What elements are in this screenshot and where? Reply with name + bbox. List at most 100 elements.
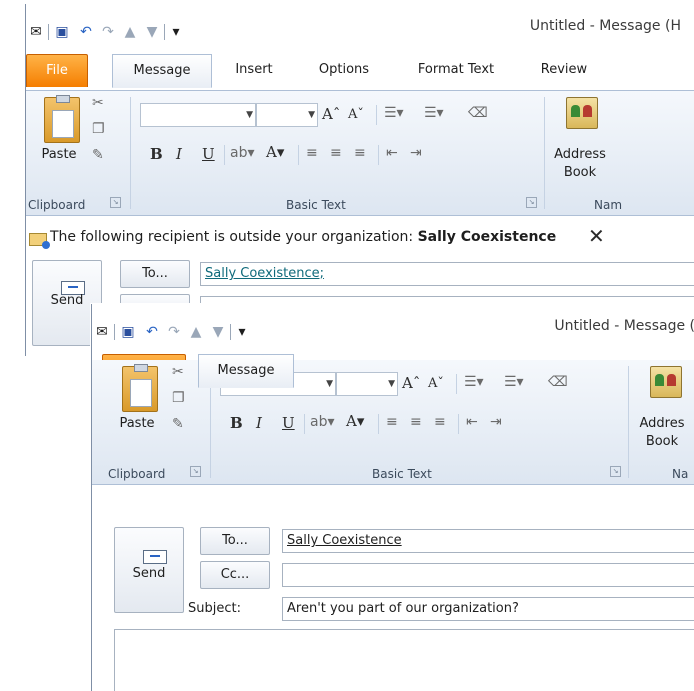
to-button[interactable]: To... (120, 260, 190, 288)
font-size-combo[interactable]: ▼ (336, 372, 398, 396)
paste-icon[interactable] (122, 364, 158, 412)
align-right-icon[interactable]: ≡ (354, 145, 366, 161)
save-icon[interactable]: ▣ (54, 24, 70, 40)
down-icon[interactable]: ▼ (144, 24, 160, 40)
font-color-icon[interactable]: A▾ (346, 412, 364, 430)
align-center-icon[interactable]: ≡ (410, 414, 422, 430)
tab-options[interactable]: Options (308, 54, 380, 86)
ribbon: Paste ✂ ❐ ✎ Clipboard ↘ ▼ ▼ Aˆ Aˇ ☰▾ ☰▾ … (92, 360, 694, 485)
up-icon[interactable]: ▲ (188, 324, 204, 340)
outlook-icon[interactable]: ✉ (94, 324, 110, 340)
paste-icon[interactable] (44, 95, 80, 143)
send-label: Send (132, 566, 166, 581)
cc-field[interactable] (282, 563, 694, 587)
to-recipient[interactable]: Sally Coexistence; (205, 266, 324, 281)
redo-icon[interactable]: ↷ (100, 24, 116, 40)
bullets-icon[interactable]: ☰▾ (464, 374, 484, 390)
message-body[interactable] (114, 629, 694, 691)
highlight-icon[interactable]: ab▾ (310, 414, 335, 430)
italic-icon[interactable]: I (256, 414, 262, 432)
infobar-message: The following recipient is outside your … (50, 229, 556, 245)
shrink-font-icon[interactable]: Aˇ (348, 107, 364, 122)
format-painter-icon[interactable]: ✎ (172, 416, 184, 432)
ribbon-tabs: File Message Insert Options Format Text … (26, 46, 694, 91)
tab-format-text[interactable]: Format Text (406, 54, 506, 86)
increase-indent-icon[interactable]: ⇥ (490, 414, 502, 430)
align-center-icon[interactable]: ≡ (330, 145, 342, 161)
decrease-indent-icon[interactable]: ⇤ (466, 414, 478, 430)
address-book-label-line2[interactable]: Book (552, 165, 608, 181)
decrease-indent-icon[interactable]: ⇤ (386, 145, 398, 161)
to-recipient[interactable]: Sally Coexistence (287, 533, 402, 548)
customize-icon[interactable]: ▾ (168, 24, 184, 40)
bullets-icon[interactable]: ☰▾ (384, 105, 404, 121)
bold-icon[interactable]: B (150, 145, 163, 163)
clear-formatting-icon[interactable]: ⌫ (468, 105, 488, 121)
font-name-combo[interactable]: ▼ (140, 103, 256, 127)
numbering-icon[interactable]: ☰▾ (504, 374, 524, 390)
address-book-label-line1[interactable]: Address (552, 147, 608, 163)
cc-button[interactable]: Cc... (200, 561, 270, 589)
redo-icon[interactable]: ↷ (166, 324, 182, 340)
align-left-icon[interactable]: ≡ (386, 414, 398, 430)
down-icon[interactable]: ▼ (210, 324, 226, 340)
highlight-icon[interactable]: ab▾ (230, 145, 255, 161)
chevron-down-icon: ▼ (308, 110, 315, 120)
underline-icon[interactable]: U (282, 414, 295, 432)
basic-text-launcher-icon[interactable]: ↘ (610, 466, 621, 477)
address-book-label-line2[interactable]: Book (634, 434, 690, 450)
grow-font-icon[interactable]: Aˆ (322, 105, 340, 123)
tab-message[interactable]: Message (112, 54, 212, 88)
cut-icon[interactable]: ✂ (92, 95, 104, 111)
button-separator (456, 374, 457, 394)
chevron-down-icon: ▼ (326, 379, 333, 389)
button-separator (458, 414, 459, 434)
paste-label[interactable]: Paste (114, 416, 160, 432)
customize-icon[interactable]: ▾ (234, 324, 250, 340)
copy-icon[interactable]: ❐ (92, 121, 105, 137)
font-color-icon[interactable]: A▾ (266, 143, 284, 161)
shrink-font-icon[interactable]: Aˇ (428, 376, 444, 391)
paste-label[interactable]: Paste (36, 147, 82, 163)
address-book-label-line1[interactable]: Addres (634, 416, 690, 432)
italic-icon[interactable]: I (176, 145, 182, 163)
close-icon[interactable]: ✕ (588, 224, 605, 248)
underline-icon[interactable]: U (202, 145, 215, 163)
group-separator (130, 97, 131, 209)
undo-icon[interactable]: ↶ (144, 324, 160, 340)
cut-icon[interactable]: ✂ (172, 364, 184, 380)
to-field[interactable]: Sally Coexistence (282, 529, 694, 553)
tab-insert[interactable]: Insert (222, 54, 286, 86)
tab-file[interactable]: File (26, 54, 88, 87)
to-field[interactable]: Sally Coexistence; (200, 262, 694, 286)
to-button[interactable]: To... (200, 527, 270, 555)
align-left-icon[interactable]: ≡ (306, 145, 318, 161)
save-icon[interactable]: ▣ (120, 324, 136, 340)
infobar-recipient: Sally Coexistence (417, 229, 557, 245)
window-title: Untitled - Message (H (529, 18, 681, 34)
send-button[interactable]: Send (114, 527, 184, 613)
numbering-icon[interactable]: ☰▾ (424, 105, 444, 121)
basic-text-launcher-icon[interactable]: ↘ (526, 197, 537, 208)
tab-message[interactable]: Message (198, 354, 294, 388)
clipboard-launcher-icon[interactable]: ↘ (110, 197, 121, 208)
address-book-icon[interactable] (650, 366, 682, 398)
copy-icon[interactable]: ❐ (172, 390, 185, 406)
clear-formatting-icon[interactable]: ⌫ (548, 374, 568, 390)
address-book-icon[interactable] (566, 97, 598, 129)
align-right-icon[interactable]: ≡ (434, 414, 446, 430)
bold-icon[interactable]: B (230, 414, 243, 432)
outlook-icon[interactable]: ✉ (28, 24, 44, 40)
grow-font-icon[interactable]: Aˆ (402, 374, 420, 392)
increase-indent-icon[interactable]: ⇥ (410, 145, 422, 161)
tab-review[interactable]: Review (532, 54, 596, 86)
up-icon[interactable]: ▲ (122, 24, 138, 40)
format-painter-icon[interactable]: ✎ (92, 147, 104, 163)
group-label-clipboard: Clipboard (28, 198, 86, 212)
subject-field[interactable]: Aren't you part of our organization? (282, 597, 694, 621)
clipboard-launcher-icon[interactable]: ↘ (190, 466, 201, 477)
button-separator (378, 414, 379, 434)
undo-icon[interactable]: ↶ (78, 24, 94, 40)
font-size-combo[interactable]: ▼ (256, 103, 318, 127)
button-separator (376, 105, 377, 125)
